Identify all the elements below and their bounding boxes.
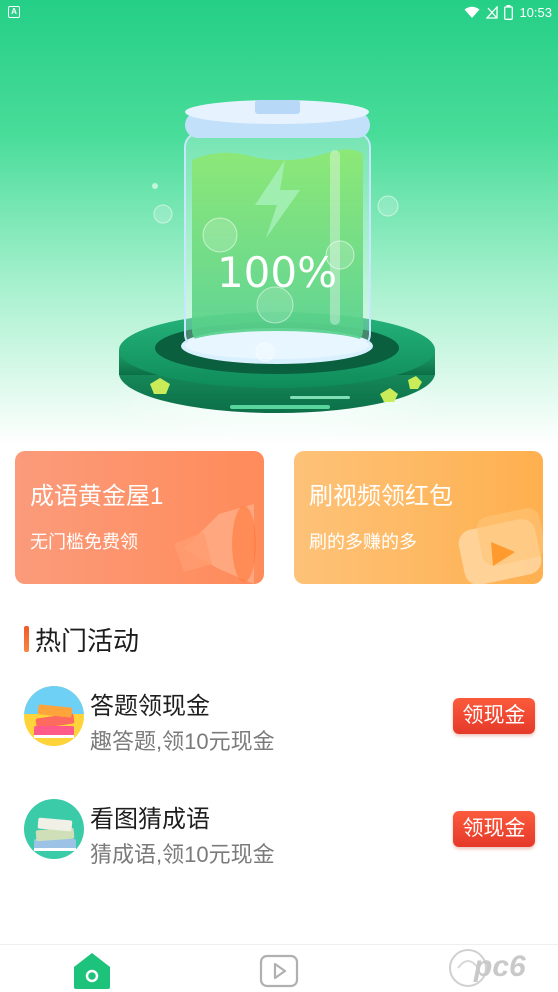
section-title: 热门活动 xyxy=(35,625,140,656)
hero-banner: A 10:53 100% xyxy=(0,0,558,445)
activity-quiz-cash[interactable]: 答题领现金 趣答题,领10元现金 领现金 xyxy=(24,686,539,756)
card-title: 成语黄金屋1 xyxy=(30,483,164,510)
activity-subtitle: 趣答题,领10元现金 xyxy=(90,729,275,754)
activity-guess-idiom[interactable]: 看图猜成语 猜成语,领10元现金 领现金 xyxy=(24,799,539,869)
watermark-text: pc6 xyxy=(474,950,526,983)
card-idiom-gold-house[interactable]: 成语黄金屋1 无门槛免费领 xyxy=(15,451,264,584)
battery-percent-text: 100% xyxy=(216,248,338,297)
card-subtitle: 无门槛免费领 xyxy=(30,532,138,552)
tab-video[interactable] xyxy=(258,949,300,989)
video-play-icon xyxy=(458,508,543,584)
activity-subtitle: 猜成语,领10元现金 xyxy=(90,842,275,867)
books-icon xyxy=(24,686,84,746)
battery-illustration xyxy=(102,100,452,442)
card-subtitle: 刷的多赚的多 xyxy=(309,532,417,552)
home-icon xyxy=(74,953,110,989)
video-icon xyxy=(259,954,299,988)
card-video-red-packet[interactable]: 刷视频领红包 刷的多赚的多 xyxy=(294,451,543,584)
section-header-hot-activities: 热门活动 xyxy=(24,622,139,656)
claim-cash-button[interactable]: 领现金 xyxy=(453,698,535,734)
claim-cash-button[interactable]: 领现金 xyxy=(453,811,535,847)
megaphone-icon xyxy=(174,504,256,584)
book-stack-icon xyxy=(24,799,84,859)
tab-home[interactable] xyxy=(71,949,113,989)
activity-title: 答题领现金 xyxy=(90,693,210,720)
activity-title: 看图猜成语 xyxy=(90,806,210,833)
card-title: 刷视频领红包 xyxy=(309,483,453,510)
section-accent-bar xyxy=(24,626,29,652)
watermark-logo: pc6 xyxy=(444,944,554,990)
